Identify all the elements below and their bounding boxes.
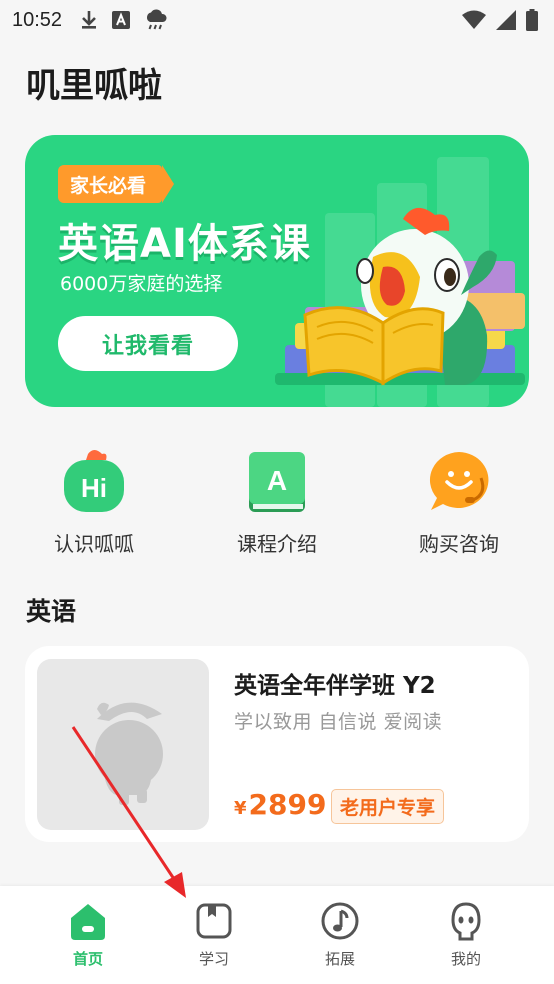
course-card[interactable]: 英语全年伴学班 Y2 学以致用 自信说 爱阅读 ¥ 2899 老用户专享	[25, 646, 529, 842]
cellular-icon	[496, 10, 516, 30]
quick-entry-meet-mascot[interactable]: Hi 认识呱呱	[14, 448, 174, 557]
price-currency: ¥	[234, 798, 247, 819]
chat-support-icon	[429, 452, 489, 510]
quick-entry-label: 认识呱呱	[54, 532, 134, 556]
status-bar: 10:52	[0, 0, 554, 40]
quick-entry-label: 购买咨询	[419, 532, 499, 556]
battery-icon	[526, 9, 538, 31]
profile-face-icon	[451, 902, 481, 941]
tab-label: 首页	[72, 950, 103, 968]
study-book-icon	[196, 903, 232, 939]
tab-home[interactable]: 首页	[43, 900, 133, 969]
page-title: 叽里呱啦	[26, 66, 162, 106]
course-badge: 老用户专享	[331, 789, 445, 824]
home-icon	[71, 904, 105, 940]
quick-entry-course-intro[interactable]: A 课程介绍	[197, 448, 357, 557]
course-thumbnail	[37, 659, 209, 830]
tab-profile[interactable]: 我的	[421, 900, 511, 969]
course-name: 英语全年伴学班 Y2	[234, 673, 436, 699]
tab-label: 学习	[198, 950, 229, 968]
section-title: 英语	[26, 597, 77, 626]
banner-subtitle: 6000万家庭的选择	[60, 273, 223, 295]
tab-label: 拓展	[324, 950, 355, 968]
mascot-placeholder-icon	[95, 702, 163, 805]
banner-tag: 家长必看	[58, 165, 175, 203]
a-notification-icon	[112, 11, 131, 29]
hi-mascot-icon: Hi	[64, 450, 124, 512]
svg-text:A: A	[267, 465, 287, 496]
tab-explore[interactable]: 拓展	[295, 900, 385, 969]
download-icon	[82, 11, 97, 29]
promo-banner[interactable]: 家长必看 英语AI体系课 6000万家庭的选择 让我看看	[25, 135, 529, 407]
svg-text:Hi: Hi	[81, 473, 107, 503]
bottom-tab-bar: 首页 学习 拓展 我的	[0, 886, 554, 984]
wifi-icon	[462, 10, 486, 29]
quick-entries: Hi 认识呱呱 A 课程介绍 购买咨询	[0, 448, 554, 558]
book-a-icon: A	[249, 452, 305, 512]
quick-entry-purchase-consult[interactable]: 购买咨询	[379, 448, 539, 557]
price-value: 2899	[248, 788, 327, 821]
tab-study[interactable]: 学习	[169, 900, 259, 969]
quick-entry-label: 课程介绍	[237, 532, 317, 556]
course-description: 学以致用 自信说 爱阅读	[234, 711, 443, 733]
cloud-rain-icon	[147, 9, 167, 30]
banner-cta-button[interactable]: 让我看看	[58, 316, 238, 371]
status-time: 10:52	[12, 8, 63, 31]
tab-label: 我的	[450, 950, 481, 968]
course-price: ¥ 2899	[234, 788, 326, 821]
parrot-reading-book-icon	[275, 207, 525, 386]
music-note-icon	[321, 902, 359, 940]
